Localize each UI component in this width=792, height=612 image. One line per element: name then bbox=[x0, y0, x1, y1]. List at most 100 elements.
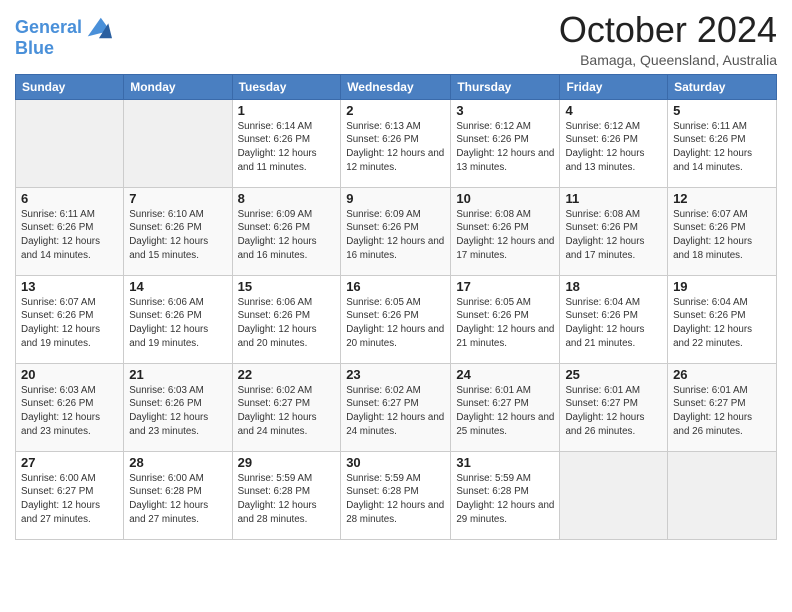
day-number: 19 bbox=[673, 279, 771, 294]
day-cell: 6 Sunrise: 6:11 AM Sunset: 6:26 PM Daylig… bbox=[16, 187, 124, 275]
day-number: 14 bbox=[129, 279, 226, 294]
day-info: Sunrise: 6:02 AM Sunset: 6:27 PM Dayligh… bbox=[238, 384, 336, 439]
day-cell bbox=[124, 99, 232, 187]
day-info: Sunrise: 6:06 AM Sunset: 6:26 PM Dayligh… bbox=[238, 296, 336, 351]
day-info: Sunrise: 6:01 AM Sunset: 6:27 PM Dayligh… bbox=[456, 384, 554, 439]
day-number: 15 bbox=[238, 279, 336, 294]
weekday-header-wednesday: Wednesday bbox=[341, 74, 451, 99]
day-info: Sunrise: 6:08 AM Sunset: 6:26 PM Dayligh… bbox=[456, 208, 554, 263]
day-number: 18 bbox=[565, 279, 662, 294]
day-number: 6 bbox=[21, 191, 118, 206]
day-info: Sunrise: 6:05 AM Sunset: 6:26 PM Dayligh… bbox=[456, 296, 554, 351]
day-cell: 25Sunrise: 6:01 AM Sunset: 6:27 PM Dayli… bbox=[560, 363, 668, 451]
day-info: Sunrise: 6:10 AM Sunset: 6:26 PM Dayligh… bbox=[129, 208, 226, 263]
weekday-header-sunday: Sunday bbox=[16, 74, 124, 99]
day-cell: 20 Sunrise: 6:03 AM Sunset: 6:26 PM Dayli… bbox=[16, 363, 124, 451]
day-number: 29 bbox=[238, 455, 336, 470]
day-cell: 24 Sunrise: 6:01 AM Sunset: 6:27 PM Dayli… bbox=[451, 363, 560, 451]
header: General Blue October 2024 Bamaga, Queens… bbox=[15, 10, 777, 68]
day-info: Sunrise: 6:12 AM Sunset: 6:26 PM Dayligh… bbox=[456, 120, 554, 175]
day-number: 9 bbox=[346, 191, 445, 206]
logo-text: General bbox=[15, 18, 82, 38]
weekday-header-tuesday: Tuesday bbox=[232, 74, 341, 99]
day-cell: 11 Sunrise: 6:08 AM Sunset: 6:26 PM Dayli… bbox=[560, 187, 668, 275]
day-number: 1 bbox=[238, 103, 336, 118]
day-number: 2 bbox=[346, 103, 445, 118]
day-cell: 13Sunrise: 6:07 AM Sunset: 6:26 PM Dayli… bbox=[16, 275, 124, 363]
day-number: 11 bbox=[565, 191, 662, 206]
calendar-header: SundayMondayTuesdayWednesdayThursdayFrid… bbox=[16, 74, 777, 99]
day-number: 5 bbox=[673, 103, 771, 118]
day-number: 21 bbox=[129, 367, 226, 382]
weekday-header-monday: Monday bbox=[124, 74, 232, 99]
day-info: Sunrise: 6:11 AM Sunset: 6:26 PM Dayligh… bbox=[21, 208, 118, 263]
day-cell: 29 Sunrise: 5:59 AM Sunset: 6:28 PM Dayli… bbox=[232, 451, 341, 539]
day-cell: 26 Sunrise: 6:01 AM Sunset: 6:27 PM Dayli… bbox=[668, 363, 777, 451]
day-number: 31 bbox=[456, 455, 554, 470]
day-info: Sunrise: 6:06 AM Sunset: 6:26 PM Dayligh… bbox=[129, 296, 226, 351]
day-number: 24 bbox=[456, 367, 554, 382]
day-cell bbox=[668, 451, 777, 539]
week-row-2: 13Sunrise: 6:07 AM Sunset: 6:26 PM Dayli… bbox=[16, 275, 777, 363]
day-cell: 21 Sunrise: 6:03 AM Sunset: 6:26 PM Dayli… bbox=[124, 363, 232, 451]
day-info: Sunrise: 6:03 AM Sunset: 6:26 PM Dayligh… bbox=[21, 384, 118, 439]
location: Bamaga, Queensland, Australia bbox=[559, 52, 777, 68]
logo-icon bbox=[84, 14, 112, 42]
logo-general: General bbox=[15, 17, 82, 37]
day-cell bbox=[16, 99, 124, 187]
day-info: Sunrise: 5:59 AM Sunset: 6:28 PM Dayligh… bbox=[238, 472, 336, 527]
day-number: 8 bbox=[238, 191, 336, 206]
month-title: October 2024 bbox=[559, 10, 777, 50]
day-info: Sunrise: 6:04 AM Sunset: 6:26 PM Dayligh… bbox=[565, 296, 662, 351]
day-number: 17 bbox=[456, 279, 554, 294]
day-number: 28 bbox=[129, 455, 226, 470]
weekday-header-friday: Friday bbox=[560, 74, 668, 99]
day-info: Sunrise: 5:59 AM Sunset: 6:28 PM Dayligh… bbox=[456, 472, 554, 527]
day-info: Sunrise: 6:08 AM Sunset: 6:26 PM Dayligh… bbox=[565, 208, 662, 263]
day-info: Sunrise: 6:05 AM Sunset: 6:26 PM Dayligh… bbox=[346, 296, 445, 351]
week-row-4: 27Sunrise: 6:00 AM Sunset: 6:27 PM Dayli… bbox=[16, 451, 777, 539]
week-row-3: 20 Sunrise: 6:03 AM Sunset: 6:26 PM Dayli… bbox=[16, 363, 777, 451]
day-number: 4 bbox=[565, 103, 662, 118]
day-number: 12 bbox=[673, 191, 771, 206]
week-row-0: 1 Sunrise: 6:14 AM Sunset: 6:26 PM Daylig… bbox=[16, 99, 777, 187]
day-number: 23 bbox=[346, 367, 445, 382]
day-cell: 16 Sunrise: 6:05 AM Sunset: 6:26 PM Dayli… bbox=[341, 275, 451, 363]
day-info: Sunrise: 6:12 AM Sunset: 6:26 PM Dayligh… bbox=[565, 120, 662, 175]
day-cell: 8 Sunrise: 6:09 AM Sunset: 6:26 PM Daylig… bbox=[232, 187, 341, 275]
day-info: Sunrise: 6:00 AM Sunset: 6:27 PM Dayligh… bbox=[21, 472, 118, 527]
day-info: Sunrise: 6:14 AM Sunset: 6:26 PM Dayligh… bbox=[238, 120, 336, 175]
day-info: Sunrise: 6:13 AM Sunset: 6:26 PM Dayligh… bbox=[346, 120, 445, 175]
day-number: 7 bbox=[129, 191, 226, 206]
day-cell bbox=[560, 451, 668, 539]
weekday-row: SundayMondayTuesdayWednesdayThursdayFrid… bbox=[16, 74, 777, 99]
calendar-body: 1 Sunrise: 6:14 AM Sunset: 6:26 PM Daylig… bbox=[16, 99, 777, 539]
day-info: Sunrise: 6:07 AM Sunset: 6:26 PM Dayligh… bbox=[673, 208, 771, 263]
day-cell: 10 Sunrise: 6:08 AM Sunset: 6:26 PM Dayli… bbox=[451, 187, 560, 275]
weekday-header-saturday: Saturday bbox=[668, 74, 777, 99]
day-number: 16 bbox=[346, 279, 445, 294]
day-cell: 31 Sunrise: 5:59 AM Sunset: 6:28 PM Dayli… bbox=[451, 451, 560, 539]
day-number: 25 bbox=[565, 367, 662, 382]
day-number: 10 bbox=[456, 191, 554, 206]
day-cell: 2 Sunrise: 6:13 AM Sunset: 6:26 PM Daylig… bbox=[341, 99, 451, 187]
title-block: October 2024 Bamaga, Queensland, Austral… bbox=[559, 10, 777, 68]
day-number: 20 bbox=[21, 367, 118, 382]
weekday-header-thursday: Thursday bbox=[451, 74, 560, 99]
day-number: 26 bbox=[673, 367, 771, 382]
week-row-1: 6 Sunrise: 6:11 AM Sunset: 6:26 PM Daylig… bbox=[16, 187, 777, 275]
day-info: Sunrise: 6:09 AM Sunset: 6:26 PM Dayligh… bbox=[238, 208, 336, 263]
day-info: Sunrise: 6:00 AM Sunset: 6:28 PM Dayligh… bbox=[129, 472, 226, 527]
day-cell: 28 Sunrise: 6:00 AM Sunset: 6:28 PM Dayli… bbox=[124, 451, 232, 539]
day-number: 3 bbox=[456, 103, 554, 118]
page: { "header": { "logo_line1": "General", "… bbox=[0, 0, 792, 612]
day-info: Sunrise: 6:11 AM Sunset: 6:26 PM Dayligh… bbox=[673, 120, 771, 175]
day-cell: 30Sunrise: 5:59 AM Sunset: 6:28 PM Dayli… bbox=[341, 451, 451, 539]
day-cell: 4 Sunrise: 6:12 AM Sunset: 6:26 PM Daylig… bbox=[560, 99, 668, 187]
day-cell: 19 Sunrise: 6:04 AM Sunset: 6:26 PM Dayli… bbox=[668, 275, 777, 363]
day-info: Sunrise: 6:04 AM Sunset: 6:26 PM Dayligh… bbox=[673, 296, 771, 351]
day-number: 30 bbox=[346, 455, 445, 470]
day-info: Sunrise: 6:03 AM Sunset: 6:26 PM Dayligh… bbox=[129, 384, 226, 439]
day-cell: 23Sunrise: 6:02 AM Sunset: 6:27 PM Dayli… bbox=[341, 363, 451, 451]
day-info: Sunrise: 6:01 AM Sunset: 6:27 PM Dayligh… bbox=[673, 384, 771, 439]
